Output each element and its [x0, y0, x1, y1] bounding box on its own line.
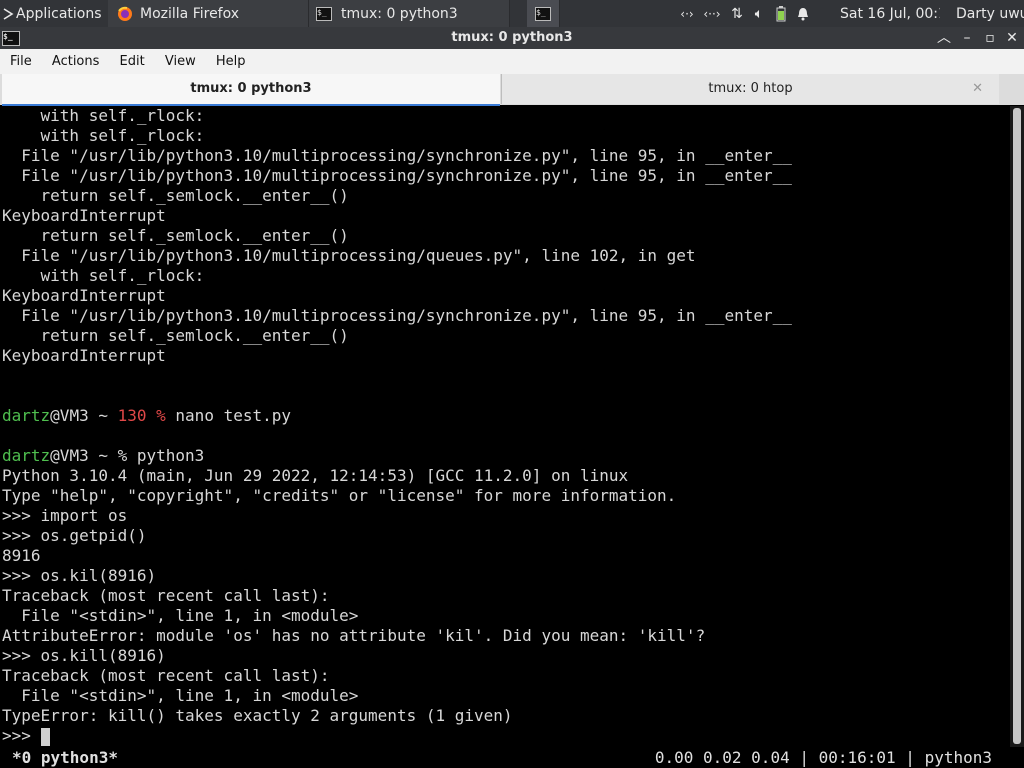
terminal-line: KeyboardInterrupt: [2, 346, 166, 365]
firefox-icon: [114, 6, 136, 22]
shell-prompt: dartz@VM3 ~ % python3: [2, 446, 1010, 466]
task-label: tmux: 0 python3: [341, 5, 458, 22]
prompt-user: dartz: [2, 446, 51, 465]
terminal-line: File "<stdin>", line 1, in <module>: [2, 686, 359, 705]
applications-label: Applications: [16, 5, 102, 22]
terminal-line: File "/usr/lib/python3.10/multiprocessin…: [2, 246, 696, 265]
terminal-line: >>> os.kil(8916): [2, 566, 157, 585]
tab-bar: tmux: 0 python3 tmux: 0 htop ✕: [0, 74, 1024, 106]
prompt-host: @VM3 ~ %: [50, 446, 137, 465]
notification-bell-icon[interactable]: [792, 7, 814, 21]
terminal-line: return self._semlock.__enter__(): [2, 186, 349, 205]
terminal-line: return self._semlock.__enter__(): [2, 326, 349, 345]
prompt-command: python3: [136, 446, 205, 465]
tab-label: tmux: 0 python3: [190, 81, 312, 96]
prompt-host: @VM3 ~: [50, 406, 118, 425]
terminal-line: TypeError: kill() takes exactly 2 argume…: [2, 706, 513, 725]
network-vpn-icon[interactable]: ‹··›: [698, 7, 726, 21]
clock-label: Sat 16 Jul, 00:16: [840, 5, 940, 22]
terminal-line: File "/usr/lib/python3.10/multiprocessin…: [2, 306, 792, 325]
tmux-status-bar: *0 python3* 0.00 0.02 0.04 | 00:16:01 | …: [0, 747, 1024, 768]
battery-icon[interactable]: [770, 5, 792, 22]
repl-prompt: >>>: [2, 726, 41, 745]
chevron-up-icon[interactable]: ︿: [933, 27, 955, 49]
terminal-line: File "/usr/lib/python3.10/multiprocessin…: [2, 166, 792, 185]
tab-close-icon[interactable]: ✕: [972, 74, 983, 104]
tab-label: tmux: 0 htop: [708, 81, 793, 96]
text-cursor: [40, 727, 50, 746]
task-tmux[interactable]: $_ tmux: 0 python3: [309, 0, 510, 27]
minimize-icon[interactable]: –: [956, 27, 978, 49]
terminal-line: >>> os.kill(8916): [2, 646, 166, 665]
terminal-line: >>> os.getpid(): [2, 526, 147, 545]
user-label: Darty uwu: [956, 5, 1024, 22]
maximize-icon[interactable]: ▫: [979, 27, 1001, 49]
tmux-window-indicator[interactable]: *0 python3*: [12, 747, 118, 768]
terminal-line: Type "help", "copyright", "credits" or "…: [2, 486, 677, 505]
terminal-line: KeyboardInterrupt: [2, 206, 166, 225]
system-tray: ‹·› ‹··› ⇅ 🔈︎: [676, 0, 836, 27]
scrollbar-thumb[interactable]: [1013, 108, 1021, 744]
applications-menu[interactable]: Applications ☰: [2, 0, 106, 27]
top-panel: Applications ☰ Mozilla Firefox $_ tmux: …: [0, 0, 1024, 27]
tmux-status-right: 0.00 0.02 0.04 | 00:16:01 | python3: [654, 748, 992, 767]
terminal-line: Traceback (most recent call last):: [2, 666, 330, 685]
terminal-line: 8916: [2, 546, 41, 565]
task-label: Mozilla Firefox: [140, 5, 240, 22]
repl-input-line[interactable]: >>>: [2, 726, 1010, 746]
terminal-line: AttributeError: module 'os' has no attri…: [2, 626, 706, 645]
network-icon[interactable]: ‹·›: [676, 7, 698, 21]
terminal-line: Python 3.10.4 (main, Jun 29 2022, 12:14:…: [2, 466, 629, 485]
terminal-output[interactable]: with self._rlock: with self._rlock: File…: [0, 106, 1010, 747]
window-title: tmux: 0 python3: [451, 30, 573, 45]
task-terminal-active[interactable]: $_: [527, 0, 560, 27]
shell-prompt: dartz@VM3 ~ 130 % nano test.py: [2, 406, 1010, 426]
terminal-icon: $_: [535, 6, 551, 21]
window-titlebar[interactable]: $_ tmux: 0 python3 ︿ – ▫ ✕: [0, 27, 1024, 49]
clock[interactable]: Sat 16 Jul, 00:16: [840, 0, 940, 27]
menu-view[interactable]: View: [157, 49, 204, 74]
terminal-line: with self._rlock:: [2, 126, 205, 145]
menubar: File Actions Edit View Help: [0, 49, 1024, 75]
transfer-arrows-icon[interactable]: ⇅: [726, 6, 748, 22]
terminal-line: File "/usr/lib/python3.10/multiprocessin…: [2, 146, 792, 165]
terminal-line: with self._rlock:: [2, 266, 205, 285]
terminal-line: return self._semlock.__enter__(): [2, 226, 349, 245]
prompt-exit-code: 130 %: [117, 406, 166, 425]
terminal-line: Traceback (most recent call last):: [2, 586, 330, 605]
menu-file[interactable]: File: [0, 49, 40, 74]
terminal-line: KeyboardInterrupt: [2, 286, 166, 305]
terminal-line: >>> import os: [2, 506, 128, 525]
task-firefox[interactable]: Mozilla Firefox: [108, 0, 309, 27]
close-icon[interactable]: ✕: [1001, 27, 1023, 49]
volume-icon[interactable]: 🔈︎: [748, 6, 770, 22]
terminal-scrollbar[interactable]: [1010, 106, 1024, 747]
terminal-line: with self._rlock:: [2, 106, 205, 125]
applications-icon: [2, 7, 14, 20]
prompt-user: dartz: [2, 406, 51, 425]
menu-help[interactable]: Help: [208, 49, 254, 74]
menu-edit[interactable]: Edit: [112, 49, 153, 74]
terminal-icon: $_: [313, 6, 335, 21]
tab-python3[interactable]: tmux: 0 python3: [2, 74, 500, 106]
user-menu[interactable]: Darty uwu: [956, 0, 1024, 27]
tab-htop[interactable]: tmux: 0 htop ✕: [501, 74, 999, 104]
terminal-line: File "<stdin>", line 1, in <module>: [2, 606, 359, 625]
menu-actions[interactable]: Actions: [44, 49, 108, 74]
prompt-command: nano test.py: [165, 406, 292, 425]
